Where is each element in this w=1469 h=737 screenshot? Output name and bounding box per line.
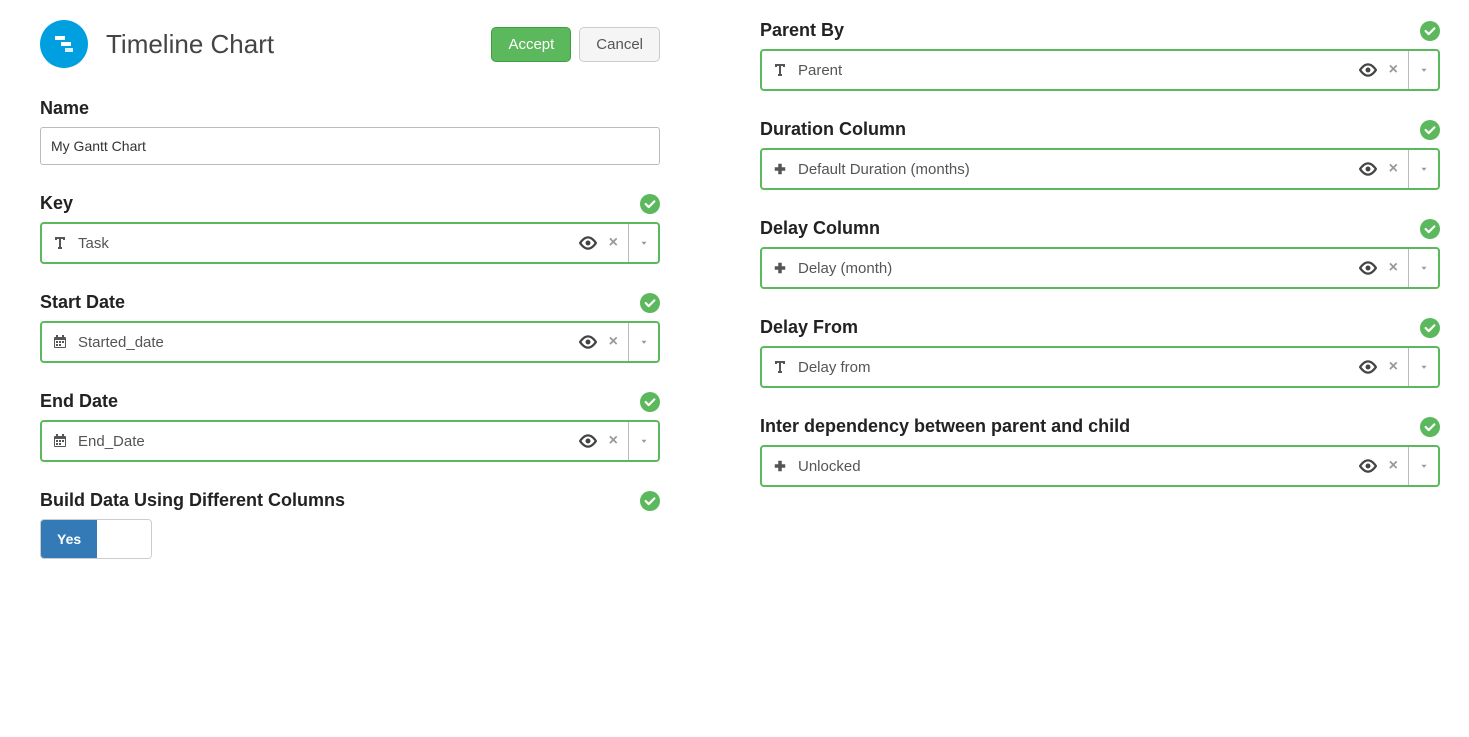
clear-icon[interactable]: × [1385, 358, 1402, 376]
clear-icon[interactable]: × [1385, 160, 1402, 178]
timeline-chart-icon [40, 20, 88, 68]
calendar-type-icon [52, 334, 68, 350]
start-date-combo[interactable]: Started_date × [40, 321, 660, 363]
start-date-value: Started_date [78, 334, 164, 351]
inter-dep-combo[interactable]: Unlocked × [760, 445, 1440, 487]
eye-icon[interactable] [1359, 259, 1377, 277]
key-label: Key [40, 193, 73, 214]
left-column: Timeline Chart Accept Cancel Name Key Ta… [40, 20, 660, 587]
dropdown-toggle[interactable] [1408, 150, 1438, 188]
valid-check-icon [1420, 21, 1440, 41]
build-diff-field-group: Build Data Using Different Columns Yes [40, 490, 660, 559]
eye-icon[interactable] [579, 432, 597, 450]
valid-check-icon [640, 491, 660, 511]
dropdown-toggle[interactable] [628, 323, 658, 361]
name-label: Name [40, 98, 89, 119]
delay-from-label: Delay From [760, 317, 858, 338]
parent-by-field-group: Parent By Parent × [760, 20, 1440, 91]
parent-by-combo[interactable]: Parent × [760, 49, 1440, 91]
plus-type-icon [772, 162, 788, 176]
build-diff-toggle[interactable]: Yes [40, 519, 152, 559]
dropdown-toggle[interactable] [1408, 249, 1438, 287]
plus-type-icon [772, 261, 788, 275]
cancel-button[interactable]: Cancel [579, 27, 660, 62]
name-field-group: Name [40, 98, 660, 165]
clear-icon[interactable]: × [605, 234, 622, 252]
valid-check-icon [1420, 120, 1440, 140]
inter-dep-label: Inter dependency between parent and chil… [760, 416, 1130, 437]
toggle-off-area [97, 520, 151, 558]
start-date-field-group: Start Date Started_date × [40, 292, 660, 363]
eye-icon[interactable] [579, 234, 597, 252]
delay-col-field-group: Delay Column Delay (month) × [760, 218, 1440, 289]
dialog-header: Timeline Chart Accept Cancel [40, 20, 660, 68]
key-field-group: Key Task × [40, 193, 660, 264]
valid-check-icon [1420, 417, 1440, 437]
toggle-yes-label: Yes [41, 520, 97, 558]
dropdown-toggle[interactable] [628, 422, 658, 460]
text-type-icon [772, 62, 788, 78]
key-combo[interactable]: Task × [40, 222, 660, 264]
delay-col-combo[interactable]: Delay (month) × [760, 247, 1440, 289]
valid-check-icon [640, 392, 660, 412]
text-type-icon [772, 359, 788, 375]
end-date-combo[interactable]: End_Date × [40, 420, 660, 462]
clear-icon[interactable]: × [1385, 259, 1402, 277]
dropdown-toggle[interactable] [628, 224, 658, 262]
parent-by-label: Parent By [760, 20, 844, 41]
delay-col-value: Delay (month) [798, 260, 892, 277]
text-type-icon [52, 235, 68, 251]
dialog-title: Timeline Chart [106, 29, 483, 60]
inter-dep-field-group: Inter dependency between parent and chil… [760, 416, 1440, 487]
plus-type-icon [772, 459, 788, 473]
duration-label: Duration Column [760, 119, 906, 140]
valid-check-icon [1420, 318, 1440, 338]
inter-dep-value: Unlocked [798, 458, 861, 475]
valid-check-icon [1420, 219, 1440, 239]
build-diff-label: Build Data Using Different Columns [40, 490, 345, 511]
end-date-value: End_Date [78, 433, 145, 450]
start-date-label: Start Date [40, 292, 125, 313]
eye-icon[interactable] [1359, 358, 1377, 376]
eye-icon[interactable] [1359, 160, 1377, 178]
eye-icon[interactable] [1359, 457, 1377, 475]
end-date-field-group: End Date End_Date × [40, 391, 660, 462]
delay-col-label: Delay Column [760, 218, 880, 239]
dropdown-toggle[interactable] [1408, 447, 1438, 485]
dropdown-toggle[interactable] [1408, 51, 1438, 89]
delay-from-value: Delay from [798, 359, 871, 376]
valid-check-icon [640, 194, 660, 214]
parent-by-value: Parent [798, 62, 842, 79]
clear-icon[interactable]: × [605, 333, 622, 351]
clear-icon[interactable]: × [605, 432, 622, 450]
calendar-type-icon [52, 433, 68, 449]
end-date-label: End Date [40, 391, 118, 412]
dropdown-toggle[interactable] [1408, 348, 1438, 386]
accept-button[interactable]: Accept [491, 27, 571, 62]
duration-field-group: Duration Column Default Duration (months… [760, 119, 1440, 190]
eye-icon[interactable] [579, 333, 597, 351]
duration-value: Default Duration (months) [798, 161, 970, 178]
delay-from-field-group: Delay From Delay from × [760, 317, 1440, 388]
key-value: Task [78, 235, 109, 252]
eye-icon[interactable] [1359, 61, 1377, 79]
valid-check-icon [640, 293, 660, 313]
name-input[interactable] [40, 127, 660, 165]
clear-icon[interactable]: × [1385, 457, 1402, 475]
delay-from-combo[interactable]: Delay from × [760, 346, 1440, 388]
right-column: Parent By Parent × Duration Column [760, 20, 1440, 515]
duration-combo[interactable]: Default Duration (months) × [760, 148, 1440, 190]
clear-icon[interactable]: × [1385, 61, 1402, 79]
